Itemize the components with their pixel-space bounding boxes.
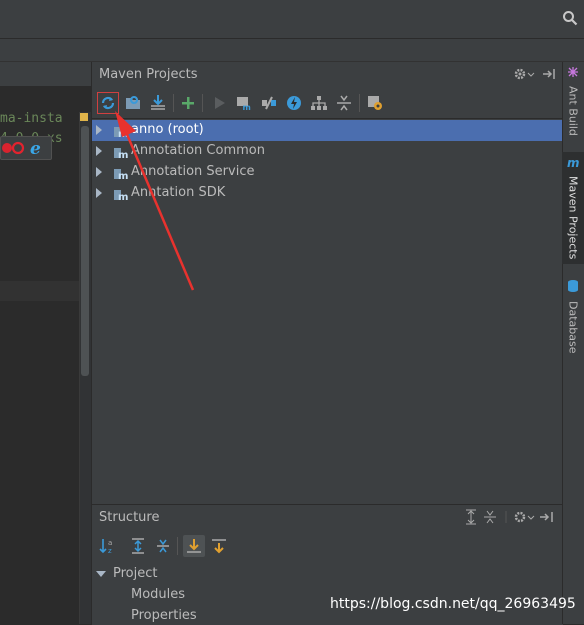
toolbar-separator: [359, 94, 360, 112]
tab-label: Ant Build: [566, 86, 580, 136]
expand-all-icon[interactable]: [127, 535, 149, 557]
svg-text:m: m: [118, 192, 128, 201]
maven-module-icon: m: [114, 124, 128, 140]
ant-icon: [567, 66, 579, 82]
tree-item-anno-root[interactable]: m anno (root): [92, 120, 562, 141]
show-dependencies-icon[interactable]: [309, 93, 329, 113]
expand-arrow-icon[interactable]: [96, 146, 102, 156]
tab-label: Maven Projects: [566, 176, 580, 260]
collapse-all-icon: [484, 510, 496, 524]
gear-icon: [514, 511, 535, 523]
svg-text:m: m: [118, 171, 128, 180]
toggle-offline-icon[interactable]: [259, 93, 279, 113]
caret-row-highlight: [0, 281, 81, 301]
skip-tests-icon[interactable]: [284, 93, 304, 113]
structure-panel-tools: [462, 508, 558, 526]
hide-panel-icon[interactable]: [542, 66, 556, 82]
maven-icon: m: [566, 156, 580, 172]
collapse-all-icon[interactable]: [152, 535, 174, 557]
browser-popup: e: [0, 136, 52, 160]
generate-sources-icon[interactable]: [123, 93, 143, 113]
expand-arrow-icon[interactable]: [96, 167, 102, 177]
tree-item-anntation-sdk[interactable]: m Anntation SDK: [92, 183, 562, 204]
tree-item-annotation-common[interactable]: m Annotation Common: [92, 141, 562, 162]
structure-panel-title: Structure: [99, 510, 160, 525]
svg-text:z: z: [108, 547, 112, 555]
tree-item-label: Annotation Service: [131, 164, 255, 179]
editor-tab-bar: [0, 62, 91, 87]
structure-tree-label: Project: [113, 566, 158, 581]
maven-projects-tree: m anno (root) m Annotation Common m Anno…: [92, 120, 562, 504]
sort-alphabetically-icon[interactable]: az: [96, 535, 118, 557]
maven-panel-title: Maven Projects: [99, 67, 198, 82]
chrome-icon: [2, 143, 12, 153]
tab-database[interactable]: Database: [562, 279, 584, 354]
structure-tree-item[interactable]: Properties: [131, 608, 197, 623]
expand-all-icon: [466, 509, 476, 525]
tree-item-label: Annotation Common: [131, 143, 265, 158]
search-icon[interactable]: [562, 10, 578, 26]
code-line[interactable]: ma-insta: [0, 111, 63, 126]
maven-module-icon: m: [114, 145, 128, 161]
tab-maven-projects[interactable]: m Maven Projects: [562, 152, 584, 264]
maven-settings-icon[interactable]: [365, 93, 385, 113]
reimport-all-icon[interactable]: [97, 92, 119, 114]
scrollbar-thumb[interactable]: [81, 126, 89, 376]
download-sources-icon[interactable]: [148, 93, 168, 113]
svg-text:m: m: [567, 156, 580, 168]
run-build-icon[interactable]: [209, 93, 229, 113]
hide-panel-icon: [540, 512, 553, 522]
structure-tree-root[interactable]: Project: [96, 566, 157, 581]
collapse-all-icon[interactable]: [334, 93, 354, 113]
svg-text:m: m: [118, 129, 128, 138]
toolbar-divider: [92, 118, 562, 119]
tree-item-label: Anntation SDK: [131, 185, 226, 200]
toolbar-separator: [202, 94, 203, 112]
main-toolbar: [0, 0, 584, 39]
svg-text:m: m: [118, 150, 128, 159]
svg-text:a: a: [108, 539, 112, 547]
navigation-bar: [0, 39, 584, 62]
tab-label: Database: [566, 301, 580, 354]
maven-module-icon: m: [114, 166, 128, 182]
tab-ant-build[interactable]: Ant Build: [562, 66, 584, 142]
expand-arrow-icon[interactable]: [96, 125, 102, 135]
autoscroll-from-source-icon[interactable]: [208, 535, 230, 557]
database-icon: [567, 279, 579, 297]
collapse-arrow-icon[interactable]: [96, 570, 106, 577]
opera-icon: [11, 141, 25, 155]
structure-tree-item[interactable]: Modules: [131, 587, 185, 602]
toolbar-separator: [177, 537, 178, 555]
execute-goal-icon[interactable]: m: [234, 93, 254, 113]
svg-text:m: m: [243, 103, 251, 112]
toolbar-separator: [173, 94, 174, 112]
maven-module-icon: m: [114, 187, 128, 203]
add-project-icon[interactable]: [178, 93, 198, 113]
expand-arrow-icon[interactable]: [96, 188, 102, 198]
autoscroll-to-source-icon[interactable]: [183, 535, 205, 557]
tree-item-annotation-service[interactable]: m Annotation Service: [92, 162, 562, 183]
ie-icon: e: [30, 139, 41, 159]
tree-item-label: anno (root): [131, 122, 204, 137]
watermark: https://blog.csdn.net/qq_26963495: [330, 596, 576, 612]
warning-marker-icon[interactable]: [80, 113, 88, 121]
gear-icon[interactable]: [513, 66, 535, 82]
